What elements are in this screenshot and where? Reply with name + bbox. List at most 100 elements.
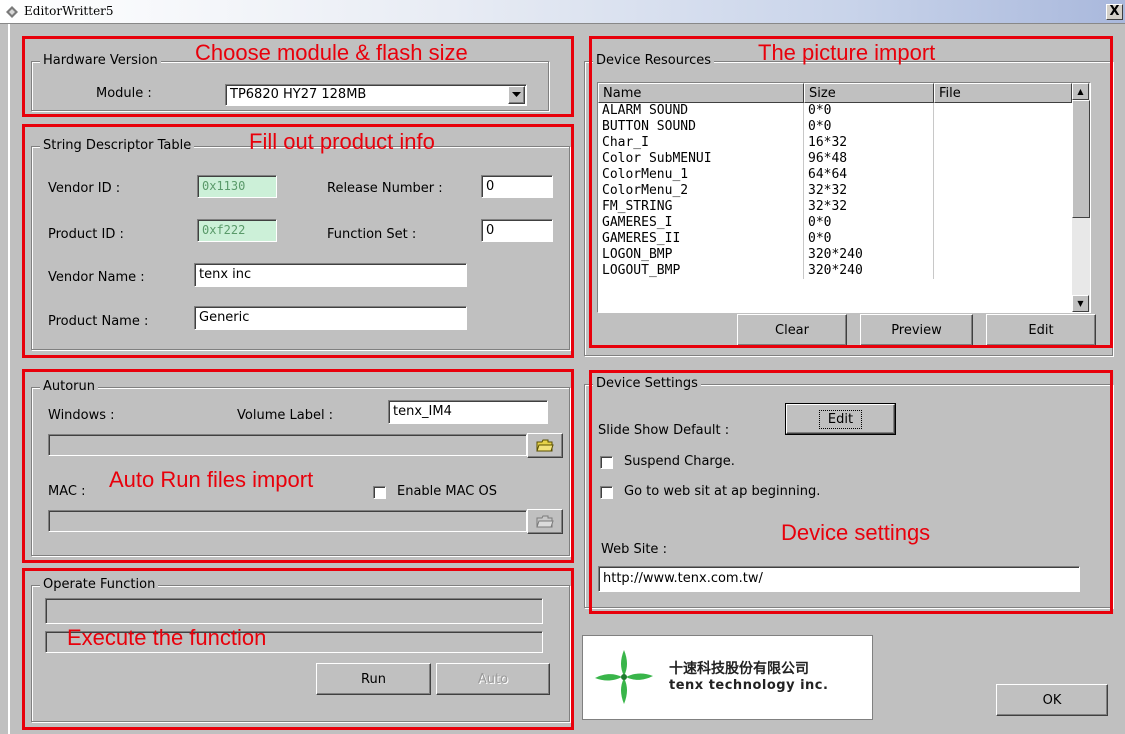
table-cell-file [934, 183, 1072, 199]
table-cell-size: 16*32 [804, 135, 934, 151]
table-row[interactable]: FM_STRING 32*32 [598, 199, 1072, 215]
table-cell-file [934, 103, 1072, 119]
table-row[interactable]: BUTTON SOUND 0*0 [598, 119, 1072, 135]
mac-autorun-path-field[interactable] [48, 510, 527, 532]
annotation-resources: The picture import [758, 40, 936, 65]
app-icon [6, 6, 18, 18]
string-descriptor-label: String Descriptor Table [40, 138, 195, 153]
table-cell-size: 0*0 [804, 119, 934, 135]
windows-browse-button[interactable] [527, 433, 563, 458]
column-header-file[interactable]: File [934, 83, 1072, 103]
resources-scrollbar[interactable]: ▲ ▼ [1072, 83, 1090, 312]
table-cell-name: Char_I [598, 135, 804, 151]
scroll-up-icon: ▲ [1077, 87, 1084, 96]
table-row[interactable]: GAMERES_I 0*0 [598, 215, 1072, 231]
table-row[interactable]: GAMERES_II 0*0 [598, 231, 1072, 247]
scroll-up-button[interactable]: ▲ [1072, 83, 1089, 100]
table-cell-file [934, 247, 1072, 263]
logo-english-text: tenx technology inc. [669, 678, 829, 693]
column-header-name[interactable]: Name [598, 83, 804, 103]
windows-label: Windows : [48, 408, 115, 423]
vendor-name-field[interactable]: tenx inc [194, 263, 467, 287]
module-label: Module : [96, 86, 152, 101]
go-to-website-checkbox[interactable] [600, 486, 613, 499]
table-cell-file [934, 119, 1072, 135]
tenx-logo: 十速科技股份有限公司 tenx technology inc. [582, 635, 873, 720]
scroll-down-icon: ▼ [1077, 299, 1084, 308]
table-cell-name: Color SubMENUI [598, 151, 804, 167]
table-cell-file [934, 199, 1072, 215]
column-header-size[interactable]: Size [804, 83, 934, 103]
website-field[interactable]: http://www.tenx.com.tw/ [598, 566, 1080, 592]
suspend-charge-label: Suspend Charge. [624, 454, 735, 469]
module-dropdown-button[interactable] [508, 86, 525, 104]
volume-label-field[interactable]: tenx_IM4 [388, 400, 548, 424]
product-id-label: Product ID : [48, 227, 124, 242]
table-cell-size: 32*32 [804, 183, 934, 199]
annotation-settings: Device settings [781, 520, 931, 545]
go-to-website-label: Go to web sit at ap beginning. [624, 484, 821, 499]
windows-autorun-path-field[interactable] [48, 434, 527, 456]
mac-label: MAC : [48, 484, 86, 499]
suspend-charge-checkbox[interactable] [600, 456, 613, 469]
annotation-operate: Execute the function [67, 625, 267, 650]
close-button[interactable]: X [1106, 4, 1123, 20]
autorun-label: Autorun [40, 379, 99, 394]
resources-table[interactable]: Name Size File ALARM SOUND 0*0 BUTTON SOUN… [597, 82, 1091, 313]
module-select[interactable]: TP6820 HY27 128MB [225, 84, 527, 106]
table-cell-name: GAMERES_I [598, 215, 804, 231]
preview-button[interactable]: Preview [860, 314, 973, 346]
table-cell-size: 96*48 [804, 151, 934, 167]
table-row[interactable]: Char_I 16*32 [598, 135, 1072, 151]
enable-mac-label: Enable MAC OS [397, 484, 497, 499]
vendor-id-field[interactable]: 0x1130 [197, 175, 277, 198]
vendor-id-label: Vendor ID : [48, 181, 121, 196]
edit-resource-button[interactable]: Edit [986, 314, 1096, 346]
table-cell-file [934, 215, 1072, 231]
tenx-logo-mark-icon [595, 650, 653, 704]
progress-bar-1 [45, 598, 543, 624]
release-number-label: Release Number : [327, 181, 443, 196]
enable-mac-checkbox[interactable] [373, 486, 386, 499]
website-label: Web Site : [601, 542, 667, 557]
auto-button[interactable]: Auto [436, 663, 550, 695]
release-number-field[interactable]: 0 [481, 175, 553, 198]
scroll-thumb[interactable] [1072, 100, 1090, 218]
table-row[interactable]: ColorMenu_1 64*64 [598, 167, 1072, 183]
table-cell-file [934, 135, 1072, 151]
table-cell-size: 0*0 [804, 215, 934, 231]
device-settings-label: Device Settings [593, 376, 701, 391]
table-row[interactable]: ALARM SOUND 0*0 [598, 103, 1072, 119]
table-cell-size: 64*64 [804, 167, 934, 183]
table-cell-size: 320*240 [804, 247, 934, 263]
logo-chinese-text: 十速科技股份有限公司 [669, 661, 809, 677]
table-cell-size: 320*240 [804, 263, 934, 279]
table-cell-name: ALARM SOUND [598, 103, 804, 119]
device-resources-label: Device Resources [593, 53, 714, 68]
folder-open-icon [536, 515, 554, 527]
function-set-field[interactable]: 0 [481, 219, 553, 242]
table-cell-name: BUTTON SOUND [598, 119, 804, 135]
table-row[interactable]: LOGOUT_BMP 320*240 [598, 263, 1072, 279]
title-bar: EditorWritter5 X [0, 0, 1125, 24]
table-cell-name: ColorMenu_2 [598, 183, 804, 199]
slideshow-default-label: Slide Show Default : [598, 423, 730, 438]
run-button[interactable]: Run [316, 663, 431, 695]
product-name-label: Product Name : [48, 314, 149, 329]
slideshow-edit-button[interactable]: Edit [785, 403, 896, 435]
mac-browse-button[interactable] [527, 509, 563, 534]
ok-button[interactable]: OK [996, 684, 1108, 716]
scroll-down-button[interactable]: ▼ [1072, 295, 1089, 312]
product-id-field[interactable]: 0xf222 [197, 219, 277, 242]
table-row[interactable]: Color SubMENUI 96*48 [598, 151, 1072, 167]
table-row[interactable]: LOGON_BMP 320*240 [598, 247, 1072, 263]
product-name-field[interactable]: Generic [194, 306, 467, 330]
clear-button[interactable]: Clear [737, 314, 847, 346]
function-set-label: Function Set : [327, 227, 417, 242]
module-select-value: TP6820 HY27 128MB [230, 87, 367, 102]
table-cell-name: LOGON_BMP [598, 247, 804, 263]
table-cell-size: 0*0 [804, 231, 934, 247]
table-row[interactable]: ColorMenu_2 32*32 [598, 183, 1072, 199]
vendor-name-label: Vendor Name : [48, 270, 145, 285]
table-cell-file [934, 263, 1072, 279]
